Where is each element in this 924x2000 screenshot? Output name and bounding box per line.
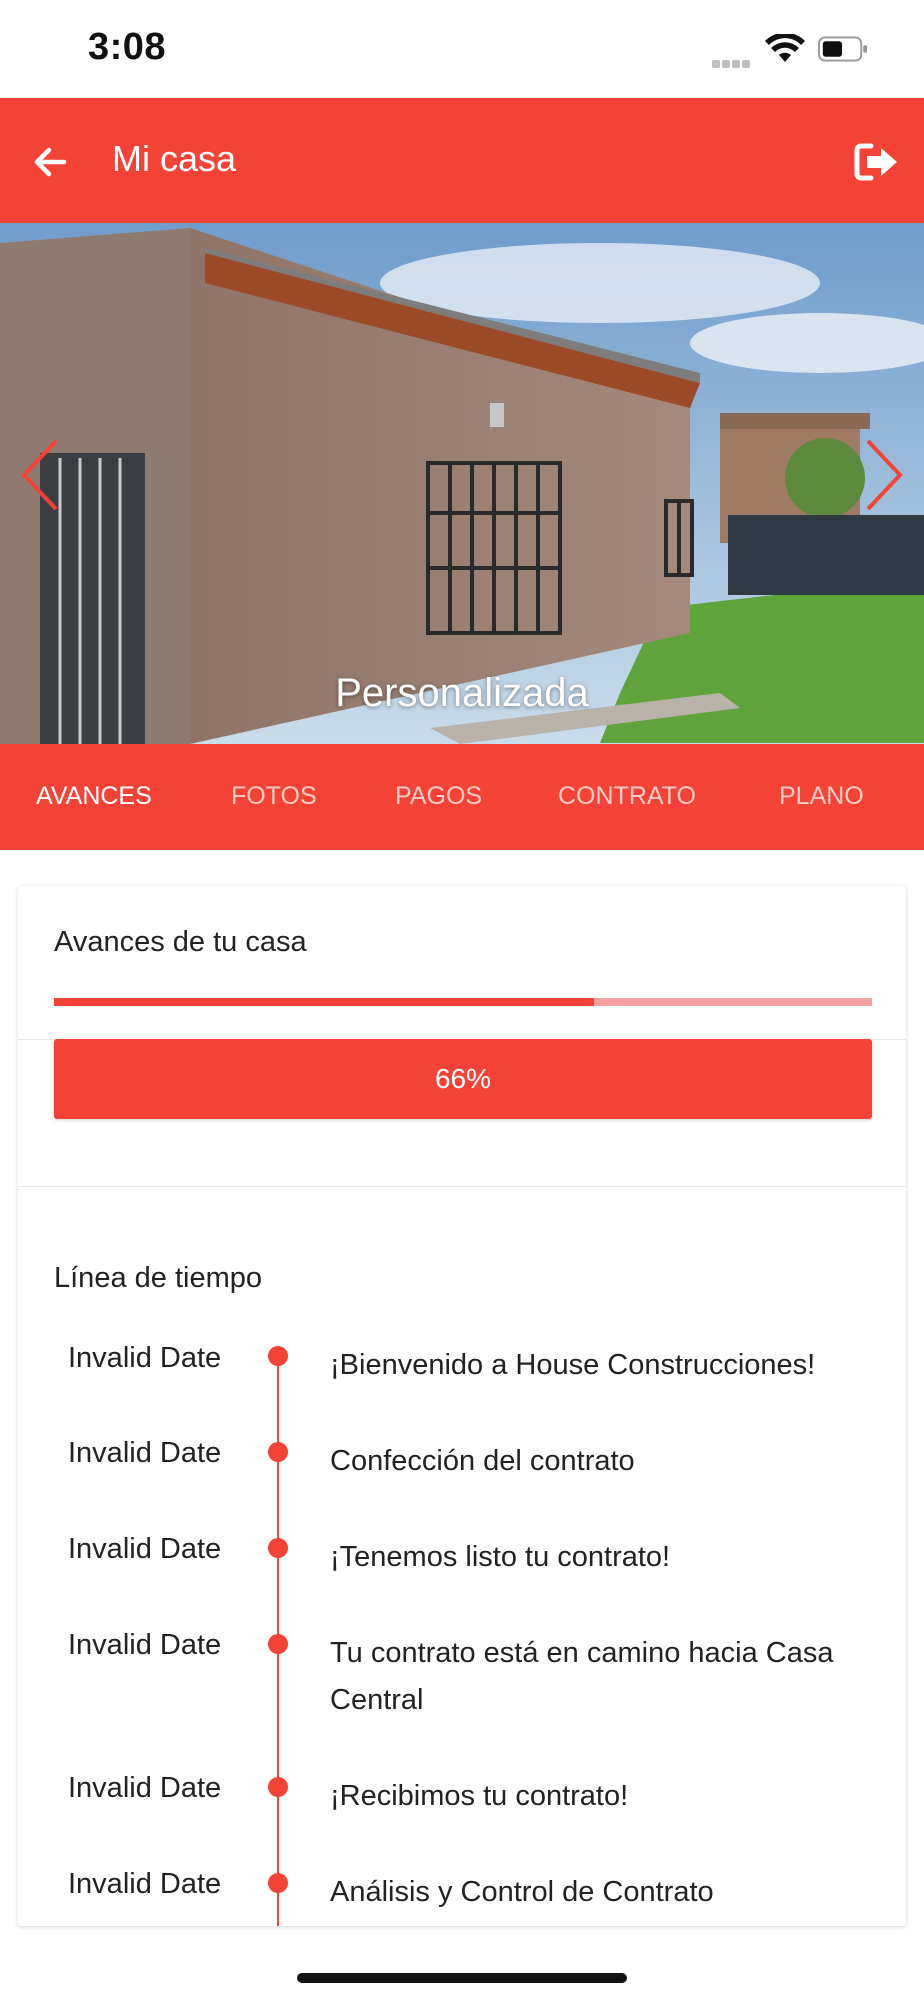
timeline-text: Análisis y Control de Contrato <box>330 1876 714 1908</box>
timeline-text: Confección del contrato <box>330 1445 635 1477</box>
tab-pagos[interactable]: PAGOS <box>395 782 482 811</box>
timeline-dot <box>268 1634 288 1654</box>
status-bar: 3:08 <box>0 0 924 98</box>
wifi-icon <box>765 34 805 62</box>
timeline-title: Línea de tiempo <box>54 1262 262 1294</box>
divider <box>18 1186 906 1187</box>
progress-card: Avances de tu casa 66% Línea de tiempo I… <box>18 886 906 1926</box>
timeline-dot <box>268 1346 288 1366</box>
timeline-date: Invalid Date <box>68 1342 222 1374</box>
timeline-dot <box>268 1442 288 1462</box>
timeline-text: ¡Tenemos listo tu contrato! <box>330 1541 671 1573</box>
tab-avances[interactable]: AVANCES <box>36 782 152 811</box>
tab-bar: AVANCES FOTOS PAGOS CONTRATO PLANO <box>0 744 924 850</box>
timeline-date: Invalid Date <box>68 1772 222 1804</box>
tab-fotos[interactable]: FOTOS <box>231 782 317 811</box>
timeline-text: Tu contrato está en camino hacia Casa Ce… <box>330 1637 834 1716</box>
timeline-dot <box>268 1777 288 1797</box>
progress-bar <box>54 998 872 1006</box>
progress-fill <box>54 998 594 1006</box>
home-indicator <box>297 1973 627 1983</box>
page-title: Mi casa <box>112 138 237 179</box>
tab-plano[interactable]: PLANO <box>779 782 864 811</box>
tab-contrato[interactable]: CONTRATO <box>558 782 696 811</box>
chevron-left-icon[interactable] <box>14 435 64 515</box>
battery-icon <box>818 36 868 62</box>
timeline-text: ¡Recibimos tu contrato! <box>330 1780 629 1812</box>
timeline-text: ¡Bienvenido a House Construcciones! <box>330 1349 816 1381</box>
signal-icon <box>712 55 756 68</box>
timeline-date: Invalid Date <box>68 1533 222 1565</box>
hero-carousel[interactable]: Personalizada <box>0 223 924 744</box>
house-photo <box>0 223 924 744</box>
status-time: 3:08 <box>88 26 167 68</box>
chevron-right-icon[interactable] <box>860 435 910 515</box>
arrow-left-icon[interactable] <box>28 140 72 184</box>
timeline-date: Invalid Date <box>68 1437 222 1469</box>
timeline-dot <box>268 1538 288 1558</box>
percent-button[interactable]: 66% <box>54 1039 872 1119</box>
timeline-date: Invalid Date <box>68 1868 222 1900</box>
hero-caption: Personalizada <box>335 671 589 715</box>
timeline-dot <box>268 1873 288 1893</box>
timeline-date: Invalid Date <box>68 1629 222 1661</box>
progress-title: Avances de tu casa <box>54 926 307 958</box>
logout-icon[interactable] <box>853 140 901 184</box>
